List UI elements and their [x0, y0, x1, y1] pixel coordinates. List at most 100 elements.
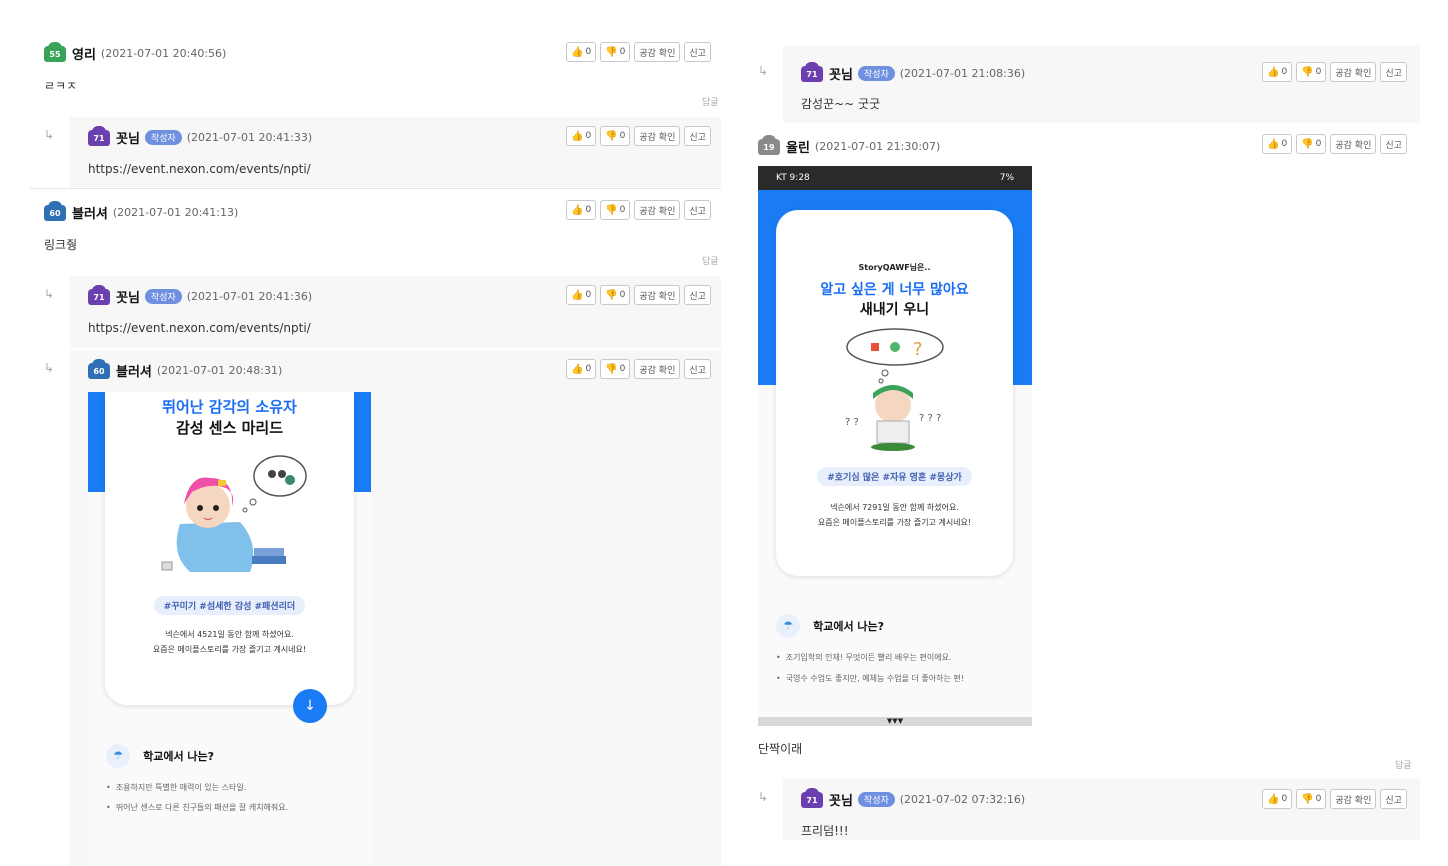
thumbs-up-icon: 👍	[571, 46, 584, 58]
card-caption: StoryQAWF님은..	[858, 263, 931, 272]
section-header: ☂ 학교에서 나는?	[106, 744, 214, 768]
thumbs-up-icon: 👍	[1267, 138, 1280, 150]
author-name[interactable]: 꼿님	[116, 291, 140, 306]
report-button[interactable]: 신고	[684, 42, 711, 62]
author-name[interactable]: 블러셔	[116, 365, 152, 380]
attached-image[interactable]: KT 9:28 7% StoryQAWF님은.. 알고 싶은 게 너무 많아요 …	[758, 166, 1032, 726]
author-name[interactable]: 영리	[72, 48, 96, 63]
comment-date: (2021-07-01 21:30:07)	[814, 140, 941, 153]
dislike-button[interactable]: 👎 0	[600, 126, 631, 146]
thumbs-up-icon: 👍	[1267, 66, 1280, 78]
author-badge: 작성자	[857, 792, 895, 807]
dislike-button[interactable]: 👎 0	[600, 285, 631, 305]
reply-arrow-icon: ↳	[758, 790, 769, 804]
like-button[interactable]: 👍 0	[566, 42, 597, 62]
card-description: 넥슨에서 7291일 동안 함께 하셨어요.	[830, 503, 959, 512]
comment-link[interactable]: https://event.nexon.com/events/npti/	[88, 162, 311, 176]
download-icon[interactable]: ↓	[293, 689, 327, 723]
thumbs-down-icon: 👎	[1301, 138, 1314, 150]
thumbs-up-icon: 👍	[571, 363, 584, 375]
comment-actions: 👍 0 👎 0 공감 확인 신고	[1262, 789, 1407, 809]
level-icon: 71	[801, 787, 823, 808]
comment-text: 링크줭	[44, 238, 78, 252]
card-description: 넥슨에서 4521일 동안 함께 하셨어요.	[165, 630, 294, 639]
dislike-button[interactable]: 👎 0	[600, 42, 631, 62]
report-button[interactable]: 신고	[1380, 789, 1407, 809]
author-name[interactable]: 꼿님	[116, 132, 140, 147]
empathy-check-button[interactable]: 공감 확인	[634, 42, 681, 62]
like-button[interactable]: 👍 0	[566, 285, 597, 305]
reply-link[interactable]: 답글	[702, 254, 719, 267]
dislike-button[interactable]: 👎 0	[1296, 134, 1327, 154]
empathy-check-button[interactable]: 공감 확인	[634, 285, 681, 305]
like-button[interactable]: 👍 0	[1262, 134, 1293, 154]
section-title: 학교에서 나는?	[813, 620, 885, 633]
report-button[interactable]: 신고	[1380, 134, 1407, 154]
comment-header: 71 꼿님 작성자 (2021-07-02 07:32:16)	[801, 787, 1026, 809]
thumbs-down-icon: 👎	[1301, 793, 1314, 805]
author-name[interactable]: 꼿님	[829, 794, 853, 809]
comment-link[interactable]: https://event.nexon.com/events/npti/	[88, 321, 311, 335]
comment-header: 71 꼿님 작성자 (2021-07-01 20:41:33)	[88, 125, 313, 147]
svg-text:? ?: ? ?	[845, 417, 859, 428]
report-button[interactable]: 신고	[684, 126, 711, 146]
author-badge: 작성자	[857, 66, 895, 81]
comment-actions: 👍 0 👎 0 공감 확인 신고	[1262, 134, 1407, 154]
card-subtitle: 새내기 우니	[859, 302, 930, 318]
cloud-icon: ☂	[106, 744, 130, 768]
svg-text:? ? ?: ? ? ?	[919, 413, 941, 424]
author-name[interactable]: 꼿님	[829, 68, 853, 83]
comment-date: (2021-07-01 20:48:31)	[156, 364, 283, 377]
author-name[interactable]: 율린	[786, 141, 810, 156]
bullet-item: • 조기입학의 인재! 무엇이든 빨리 배우는 편이에요.	[776, 653, 952, 662]
report-button[interactable]: 신고	[684, 200, 711, 220]
empathy-check-button[interactable]: 공감 확인	[1330, 134, 1377, 154]
comment-date: (2021-07-01 21:08:36)	[899, 67, 1026, 80]
divider	[30, 188, 721, 189]
like-button[interactable]: 👍 0	[566, 359, 597, 379]
comment-actions: 👍 0 👎 0 공감 확인 신고	[566, 200, 711, 220]
svg-text:?: ?	[913, 339, 923, 360]
reply-link[interactable]: 답글	[1395, 758, 1412, 771]
dislike-button[interactable]: 👎 0	[600, 200, 631, 220]
comment-date: (2021-07-01 20:41:13)	[112, 206, 239, 219]
card-description: 요즘은 메이플스토리를 가장 즐기고 계시네요!	[817, 518, 972, 527]
thumbs-down-icon: 👎	[605, 363, 618, 375]
author-name[interactable]: 블러셔	[72, 207, 108, 222]
comment-date: (2021-07-01 20:41:33)	[186, 131, 313, 144]
like-button[interactable]: 👍 0	[1262, 62, 1293, 82]
reply-container	[783, 778, 1420, 840]
comment-header: 60 블러셔 (2021-07-01 20:41:13)	[44, 200, 239, 222]
report-button[interactable]: 신고	[684, 285, 711, 305]
result-card: 뛰어난 감각의 소유자 감성 센스 마리드 #꾸미기 #섬세한 감성 #패션리더…	[105, 392, 354, 705]
empathy-check-button[interactable]: 공감 확인	[634, 126, 681, 146]
like-button[interactable]: 👍 0	[1262, 789, 1293, 809]
thumbs-down-icon: 👎	[605, 204, 618, 216]
thumbs-up-icon: 👍	[571, 204, 584, 216]
empathy-check-button[interactable]: 공감 확인	[1330, 62, 1377, 82]
comment-text: 감성꾼~~ 굿굿	[801, 97, 881, 111]
empathy-check-button[interactable]: 공감 확인	[1330, 789, 1377, 809]
more-indicator-icon: ▼▼▼	[758, 717, 1032, 726]
empathy-check-button[interactable]: 공감 확인	[634, 200, 681, 220]
reply-link[interactable]: 답글	[702, 95, 719, 108]
report-button[interactable]: 신고	[1380, 62, 1407, 82]
comment-header: 55 영리 (2021-07-01 20:40:56)	[44, 41, 226, 63]
section-title: 학교에서 나는?	[143, 750, 215, 763]
empathy-check-button[interactable]: 공감 확인	[634, 359, 681, 379]
comment-date: (2021-07-02 07:32:16)	[899, 793, 1026, 806]
level-icon: 19	[758, 134, 780, 155]
like-button[interactable]: 👍 0	[566, 126, 597, 146]
dislike-button[interactable]: 👎 0	[600, 359, 631, 379]
character-illustration	[161, 455, 307, 572]
author-badge: 작성자	[144, 130, 182, 145]
dislike-button[interactable]: 👎 0	[1296, 62, 1327, 82]
report-button[interactable]: 신고	[684, 359, 711, 379]
reply-arrow-icon: ↳	[758, 64, 769, 78]
thumbs-up-icon: 👍	[571, 130, 584, 142]
tag-chip: #꾸미기 #섬세한 감성 #패션리더	[153, 596, 306, 615]
dislike-button[interactable]: 👎 0	[1296, 789, 1327, 809]
thumbs-down-icon: 👎	[1301, 66, 1314, 78]
like-button[interactable]: 👍 0	[566, 200, 597, 220]
attached-image[interactable]: 뛰어난 감각의 소유자 감성 센스 마리드 #꾸미기 #섬세한 감성 #패션리더…	[88, 392, 371, 866]
